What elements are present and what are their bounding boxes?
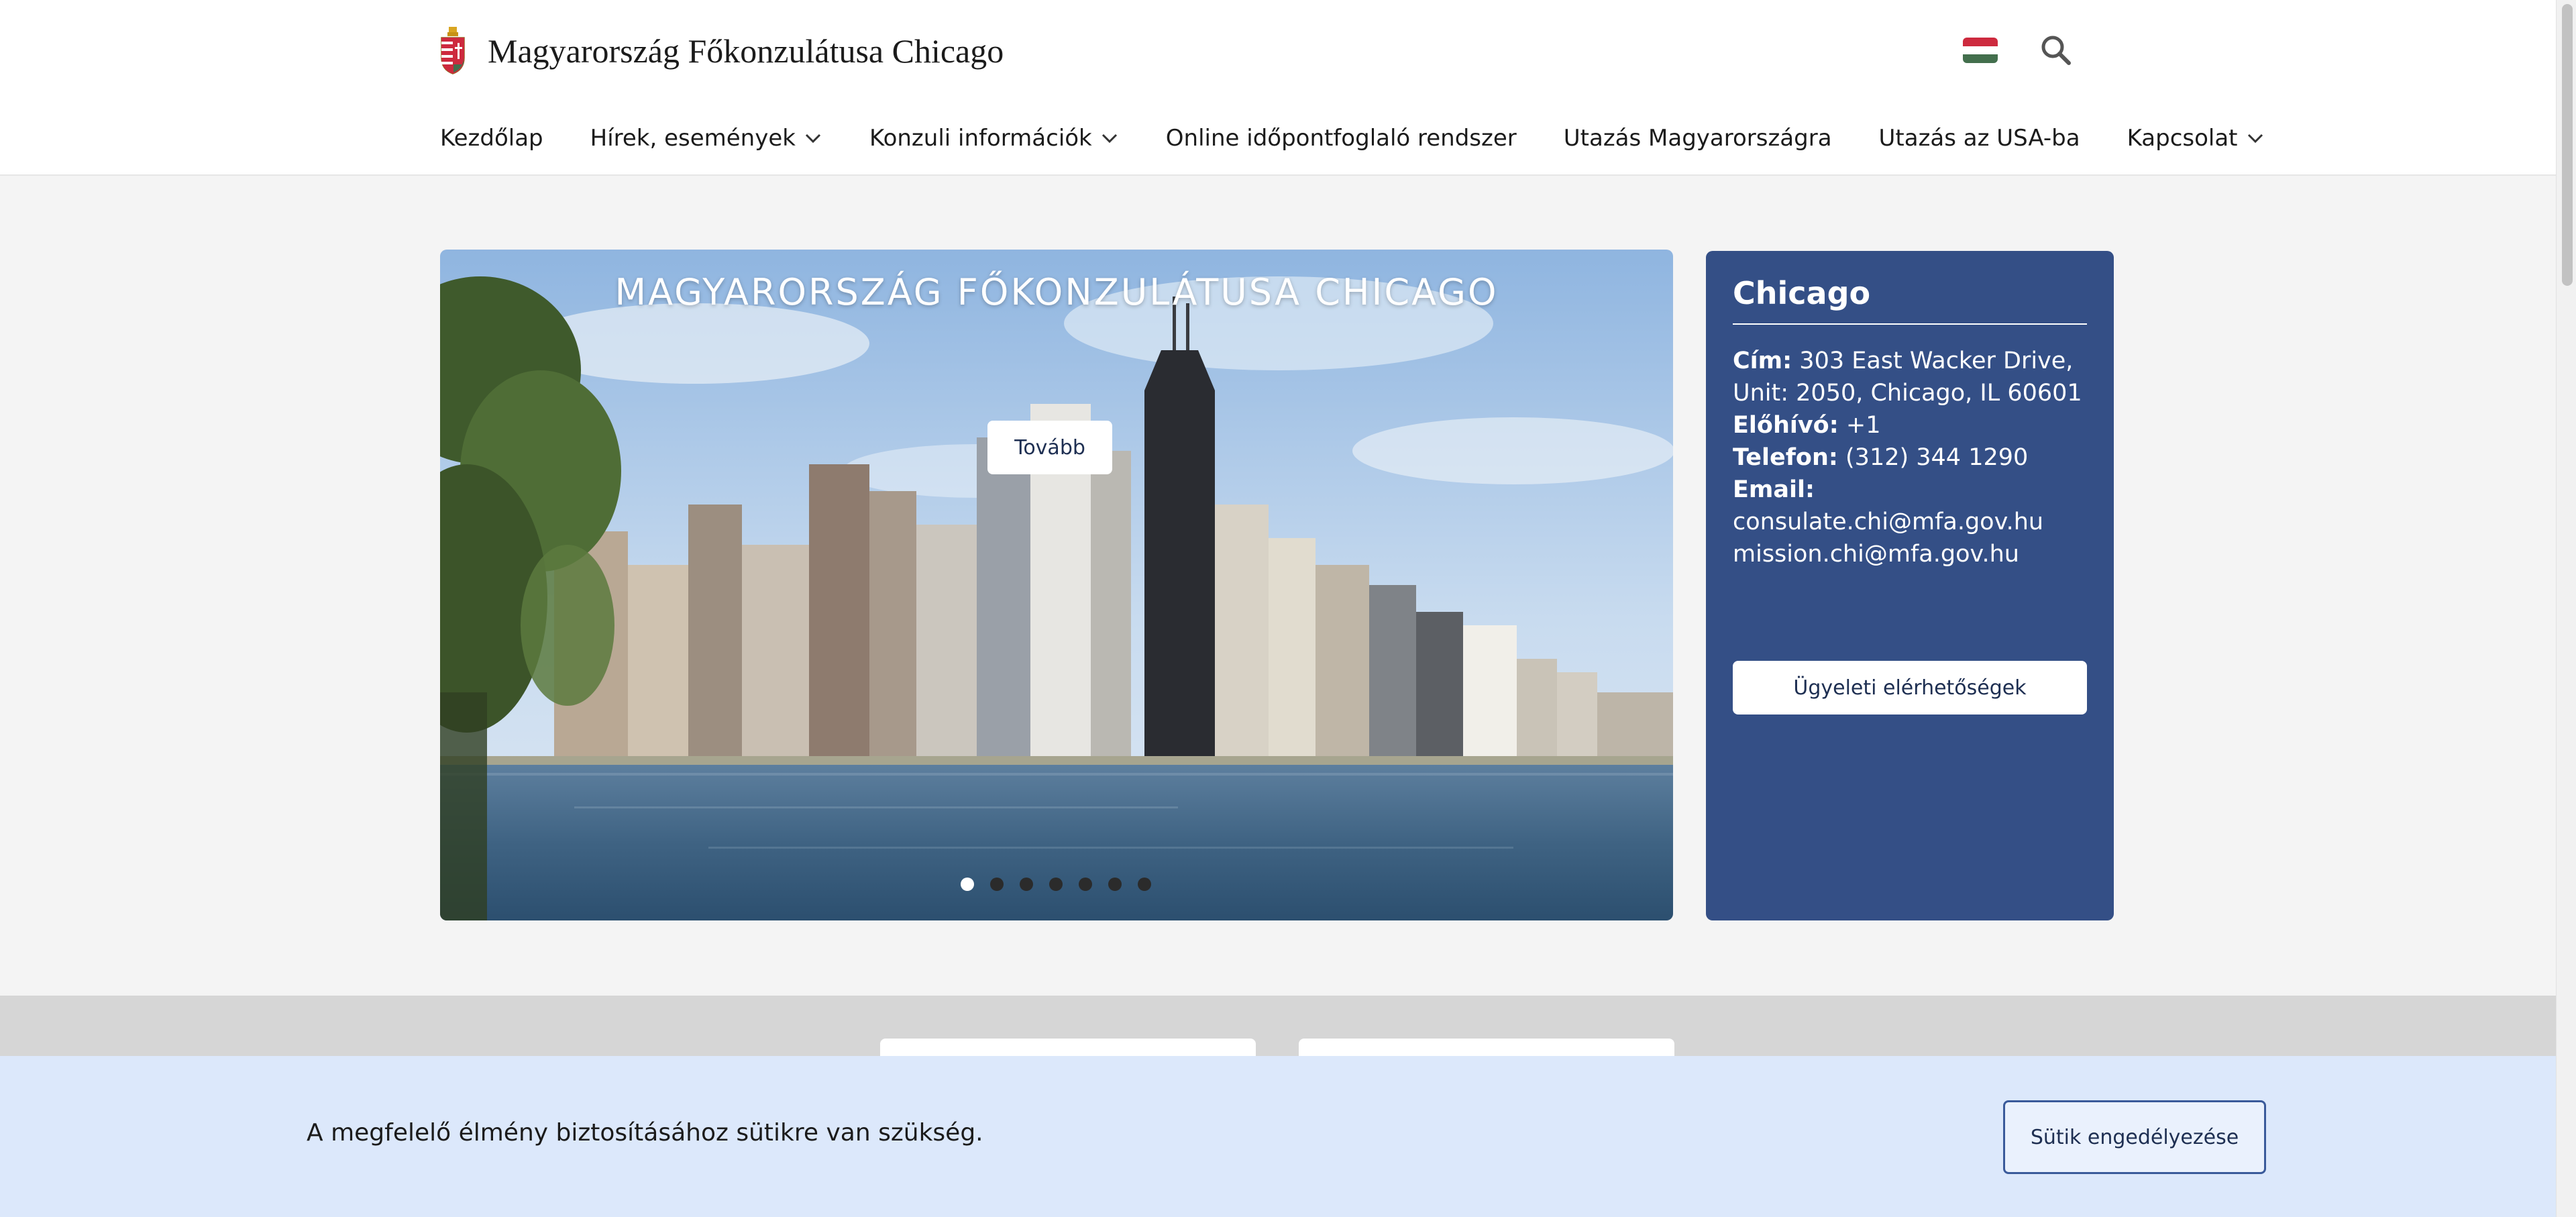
nav-item-hirek-esemenyek[interactable]: Hírek, események <box>590 125 822 152</box>
nav-item-label: Online időpontfoglaló rendszer <box>1165 125 1517 152</box>
cookie-consent-bar: A megfelelő élmény biztosításához sütikr… <box>0 1056 2556 1217</box>
phone-line: Telefon: (312) 344 1290 <box>1733 441 2087 474</box>
site-brand[interactable]: Magyarország Főkonzulátusa Chicago <box>439 27 1004 75</box>
site-header: Magyarország Főkonzulátusa Chicago Kezdő… <box>0 0 2556 176</box>
main-navigation: Kezdőlap Hírek, események Konzuli inform… <box>440 119 2265 157</box>
chevron-down-icon <box>1102 134 1117 144</box>
hero-title: MAGYARORSZÁG FŐKONZULÁTUSA CHICAGO <box>614 271 1499 313</box>
carousel-dot-3[interactable] <box>1020 878 1033 891</box>
chicago-skyline-image <box>440 250 1673 920</box>
nav-item-label: Utazás Magyarországra <box>1563 125 1832 152</box>
prefix-line: Előhívó: +1 <box>1733 409 2087 441</box>
carousel-dot-6[interactable] <box>1108 878 1122 891</box>
nav-item-online-idopontfoglalo[interactable]: Online időpontfoglaló rendszer <box>1166 125 1517 152</box>
nav-item-konzuli-informaciok[interactable]: Konzuli információk <box>869 125 1119 152</box>
flag-stripe-white <box>1963 46 1998 55</box>
nav-item-label: Kapcsolat <box>2127 125 2238 152</box>
phone-label: Telefon: <box>1733 444 1838 471</box>
nav-item-label: Kezdőlap <box>440 125 543 152</box>
hero-carousel[interactable]: MAGYARORSZÁG FŐKONZULÁTUSA CHICAGO Továb… <box>440 250 1673 920</box>
info-card-title: Chicago <box>1733 275 2087 325</box>
scrollbar-thumb[interactable] <box>2562 4 2573 286</box>
carousel-dot-2[interactable] <box>990 878 1004 891</box>
address-label: Cím: <box>1733 348 1792 374</box>
carousel-dot-5[interactable] <box>1079 878 1092 891</box>
flag-stripe-red <box>1963 38 1998 46</box>
flag-stripe-green <box>1963 54 1998 63</box>
hero-more-button[interactable]: Tovább <box>987 421 1112 474</box>
accept-cookies-button[interactable]: Sütik engedélyezése <box>2003 1100 2266 1174</box>
nav-item-utazas-magyarorszagra[interactable]: Utazás Magyarországra <box>1564 125 1832 152</box>
carousel-indicators <box>961 877 1151 892</box>
page-scrollbar[interactable] <box>2556 0 2576 1217</box>
nav-item-kezdolap[interactable]: Kezdőlap <box>440 125 543 152</box>
email-line: Email: <box>1733 474 2087 506</box>
nav-item-label: Konzuli információk <box>869 125 1092 152</box>
phone-value: (312) 344 1290 <box>1845 444 2029 471</box>
chevron-down-icon <box>805 134 821 144</box>
carousel-dot-1[interactable] <box>961 878 974 891</box>
email-label: Email: <box>1733 476 1815 503</box>
carousel-dot-4[interactable] <box>1049 878 1063 891</box>
email-link-consulate[interactable]: consulate.chi@mfa.gov.hu <box>1733 506 2087 538</box>
contact-info-card: Chicago Cím: 303 East Wacker Drive, Unit… <box>1706 251 2114 920</box>
address-line: Cím: 303 East Wacker Drive, Unit: 2050, … <box>1733 345 2087 409</box>
email-link-mission[interactable]: mission.chi@mfa.gov.hu <box>1733 538 2087 570</box>
site-title[interactable]: Magyarország Főkonzulátusa Chicago <box>488 32 1004 70</box>
hungarian-flag-icon[interactable] <box>1963 38 1998 63</box>
prefix-label: Előhívó: <box>1733 412 1839 439</box>
nav-item-label: Utazás az USA-ba <box>1878 125 2080 152</box>
nav-item-utazas-usa[interactable]: Utazás az USA-ba <box>1879 125 2080 152</box>
prefix-value: +1 <box>1845 412 1881 439</box>
emergency-contacts-button[interactable]: Ügyeleti elérhetőségek <box>1733 661 2087 715</box>
nav-item-label: Hírek, események <box>590 125 796 152</box>
chevron-down-icon <box>2247 134 2263 144</box>
nav-item-kapcsolat[interactable]: Kapcsolat <box>2127 125 2265 152</box>
carousel-dot-7[interactable] <box>1138 878 1151 891</box>
coat-of-arms-icon <box>441 27 465 74</box>
cookie-message: A megfelelő élmény biztosításához sütikr… <box>307 1119 983 1147</box>
contact-details: Cím: 303 East Wacker Drive, Unit: 2050, … <box>1733 345 2087 570</box>
search-icon[interactable] <box>2039 34 2073 67</box>
